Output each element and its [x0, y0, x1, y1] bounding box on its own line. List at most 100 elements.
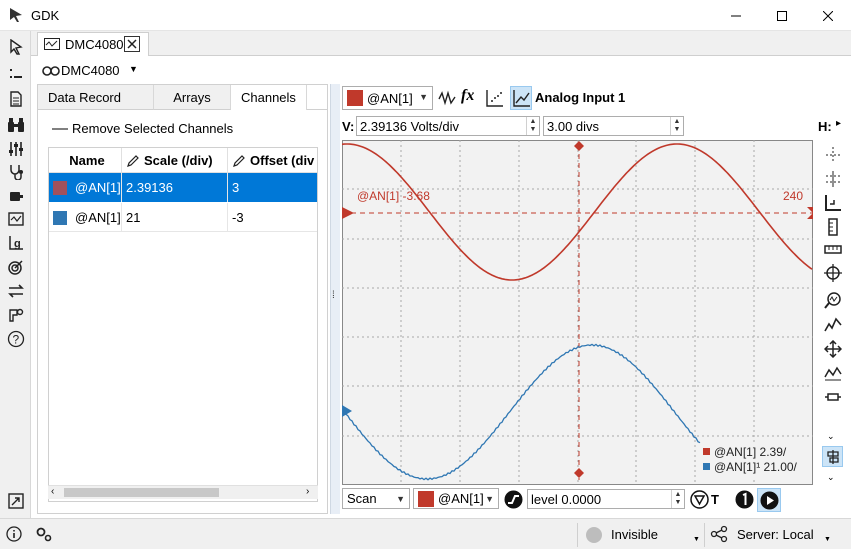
single-shot-icon[interactable] — [735, 490, 754, 509]
scatter-icon[interactable] — [486, 89, 504, 107]
ruler-vertical-icon[interactable] — [822, 216, 843, 237]
sliders-icon[interactable] — [6, 139, 26, 159]
motor-icon[interactable] — [6, 186, 26, 206]
stethoscope-icon[interactable] — [6, 162, 26, 182]
visibility-select[interactable]: Invisible ▼ — [585, 524, 703, 546]
trigger-channel-value: @AN[1] — [438, 491, 484, 506]
legend-item-blue: @AN[1]¹ 21.00/ — [714, 460, 798, 474]
col-scale[interactable]: Scale (/div) — [122, 148, 228, 173]
chevron-down-icon: ▼ — [693, 536, 700, 543]
auto-scale-icon[interactable] — [822, 314, 843, 335]
ruler-horizontal-icon[interactable] — [822, 238, 843, 259]
trigger-t-label: T — [711, 492, 719, 507]
doc-tab-label: DMC4080 — [65, 37, 124, 52]
controller-selector[interactable]: DMC4080 ▼ — [39, 60, 141, 82]
scroll-up-icon[interactable]: ⌄ — [827, 431, 835, 442]
close-tab-icon[interactable] — [124, 36, 140, 52]
server-select[interactable]: Server: Local ▼ — [710, 524, 845, 546]
server-value: Server: Local — [737, 527, 814, 542]
trigger-level-spinner[interactable]: ▲ ▼ — [671, 490, 684, 508]
link-icon — [42, 66, 60, 76]
channels-panel: Data Record Arrays Channels Remove Selec… — [37, 84, 328, 514]
gear-icon[interactable] — [35, 525, 53, 543]
channel-title: Analog Input 1 — [535, 90, 626, 105]
v-scale-value: 2.39136 Volts/div — [360, 118, 460, 134]
table-row[interactable]: @AN[1] 21 -3 — [49, 203, 317, 232]
remove-channels-button[interactable]: Remove Selected Channels — [52, 121, 233, 136]
scroll-thumb[interactable] — [64, 488, 219, 497]
cell-name-text: @AN[1] — [75, 180, 121, 195]
graph-icon[interactable]: g — [6, 233, 26, 253]
scroll-right-icon[interactable]: › — [306, 486, 309, 497]
function-icon[interactable]: fx — [461, 87, 474, 105]
panel-splitter[interactable]: ⁞ — [330, 84, 340, 514]
color-swatch[interactable] — [53, 180, 67, 195]
col-offset[interactable]: Offset (div — [228, 148, 317, 173]
run-button[interactable] — [757, 488, 781, 512]
export-icon[interactable] — [6, 491, 26, 511]
cell-offset[interactable]: 3 — [228, 173, 317, 202]
horizontal-scrollbar[interactable]: ‹ › — [48, 485, 318, 499]
close-window-button[interactable] — [805, 0, 851, 31]
scroll-right-icon[interactable]: ▸ — [836, 118, 841, 129]
scroll-left-icon[interactable]: ‹ — [51, 486, 54, 497]
binoculars-icon[interactable] — [6, 115, 26, 135]
splitter-grip-icon: ⁞ — [332, 290, 335, 301]
channel-select[interactable]: @AN[1] ▼ — [342, 86, 433, 110]
cell-name-text: @AN[1] — [75, 210, 121, 225]
terminal-icon[interactable] — [6, 63, 26, 83]
document-icon[interactable] — [6, 89, 26, 109]
zoom-wave-icon[interactable] — [822, 289, 843, 310]
measure-icon[interactable] — [822, 362, 843, 383]
trigger-filter-icon[interactable] — [690, 490, 709, 509]
oscilloscope-plot[interactable]: @AN[1] -3.68 240 @AN[1] 2.39/ @AN[1]¹ 21… — [342, 140, 813, 485]
cell-scale[interactable]: 21 — [122, 203, 228, 232]
line-chart-button[interactable] — [510, 86, 532, 110]
cell-offset[interactable]: -3 — [228, 203, 317, 232]
fit-width-icon[interactable] — [822, 386, 843, 407]
transfer-icon[interactable] — [6, 281, 26, 301]
tab-dmc4080[interactable]: DMC4080 — [37, 32, 149, 56]
trigger-channel-select[interactable]: @AN[1] ▼ — [413, 488, 499, 509]
v-divs-value: 3.00 divs — [547, 118, 600, 134]
trigger-channel-swatch — [418, 490, 434, 507]
cell-name: @AN[1] — [49, 173, 122, 202]
help-icon[interactable]: ? — [6, 329, 26, 349]
trigger-level-input[interactable]: level 0.0000 ▲ ▼ — [527, 489, 685, 509]
trigger-mode-select[interactable]: Scan ▼ — [342, 488, 410, 509]
move-icon[interactable] — [822, 338, 843, 359]
trigger-edge-icon[interactable] — [504, 490, 523, 509]
table-row[interactable]: @AN[1] 2.39136 3 — [49, 173, 317, 202]
signpost-icon[interactable] — [822, 446, 843, 467]
v-divs-input[interactable]: 3.00 divs ▲ ▼ — [543, 116, 684, 136]
v-divs-spinner[interactable]: ▲ ▼ — [670, 117, 683, 135]
tab-channels[interactable]: Channels — [231, 85, 307, 110]
scope-icon — [44, 38, 60, 50]
legend-item-red: @AN[1] 2.39/ — [714, 445, 787, 459]
v-scale-input[interactable]: 2.39136 Volts/div ▲ ▼ — [356, 116, 540, 136]
minimize-button[interactable] — [713, 0, 759, 31]
status-bar: Invisible ▼ Server: Local ▼ — [0, 518, 851, 549]
tab-arrays[interactable]: Arrays — [154, 85, 231, 110]
maximize-button[interactable] — [759, 0, 805, 31]
waveform-icon[interactable] — [438, 89, 456, 107]
h-cursor-icon[interactable] — [822, 144, 843, 165]
target-icon[interactable] — [6, 257, 26, 277]
scroll-down-icon[interactable]: ⌄ — [827, 472, 835, 483]
chevron-down-icon: ▼ — [485, 494, 494, 504]
info-icon[interactable] — [6, 526, 22, 542]
scope-icon[interactable] — [6, 209, 26, 229]
channel-select-value: @AN[1] — [367, 90, 413, 106]
tools-icon[interactable] — [6, 305, 26, 325]
pointer-icon[interactable] — [6, 37, 26, 57]
legend-swatch-blue — [703, 463, 710, 470]
cell-scale[interactable]: 2.39136 — [122, 173, 228, 202]
col-name[interactable]: Name — [49, 148, 122, 173]
v-scale-spinner[interactable]: ▲ ▼ — [526, 117, 539, 135]
trigger-mode-value: Scan — [347, 491, 377, 506]
v-cursor-icon[interactable] — [822, 168, 843, 189]
crosshair-icon[interactable] — [822, 262, 843, 283]
axis-icon[interactable] — [822, 192, 843, 213]
tab-data-record[interactable]: Data Record — [38, 85, 154, 110]
color-swatch[interactable] — [53, 210, 67, 225]
